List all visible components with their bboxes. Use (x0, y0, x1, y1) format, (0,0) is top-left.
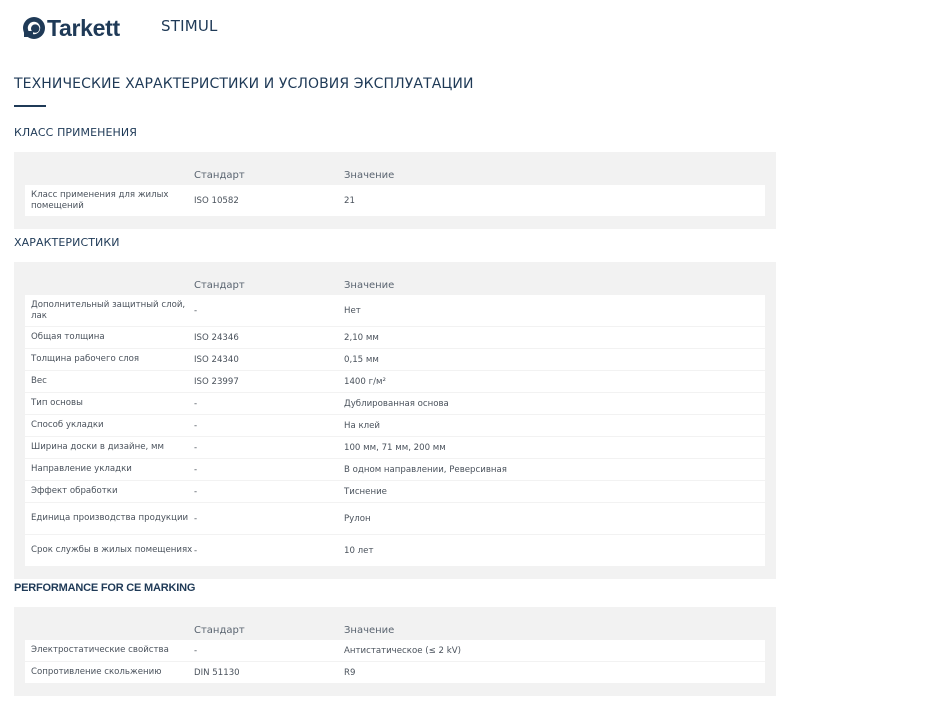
table-row: Вес ISO 23997 1400 г/м² (25, 371, 765, 392)
row-name: Толщина рабочего слоя (31, 354, 140, 364)
row-standard: ISO 10582 (194, 195, 239, 206)
table-header: Стандарт Значение (25, 152, 765, 181)
row-value: На клей (344, 420, 381, 431)
row-standard: ISO 24340 (194, 354, 239, 365)
row-value: 0,15 мм (344, 354, 379, 365)
row-value: Антистатическое (≤ 2 kV) (344, 645, 461, 656)
row-name: Срок службы в жилых помещениях (31, 545, 193, 555)
row-name: Тип основы (31, 398, 83, 408)
row-value: Рулон (344, 513, 371, 524)
title-underline (14, 105, 46, 107)
row-value: 2,10 мм (344, 332, 379, 343)
usage-class-table: Стандарт Значение Класс применения для ж… (14, 152, 776, 229)
row-name: Электростатические свойства (31, 645, 169, 655)
page: Tarkett STIMUL ТЕХНИЧЕСКИЕ ХАРАКТЕРИСТИК… (0, 0, 925, 701)
row-value: 100 мм, 71 мм, 200 мм (344, 442, 446, 453)
product-name: STIMUL (161, 17, 218, 35)
table-header: Стандарт Значение (25, 262, 765, 291)
row-name: Вес (31, 376, 47, 386)
row-name: Единица производства продукции (31, 513, 189, 523)
characteristics-table: Стандарт Значение Дополнительный защитны… (14, 262, 776, 579)
row-standard: - (194, 513, 198, 524)
row-value: 21 (344, 195, 355, 206)
table-row: Дополнительный защитный слой, лак - Нет (25, 295, 765, 326)
column-header-value: Значение (344, 280, 395, 291)
row-standard: - (194, 420, 198, 431)
table-row: Толщина рабочего слоя ISO 24340 0,15 мм (25, 349, 765, 370)
row-standard: - (194, 486, 198, 497)
row-standard: - (194, 464, 198, 475)
row-standard: ISO 24346 (194, 332, 239, 343)
row-name: Сопротивление скольжению (31, 667, 162, 677)
row-name: Ширина доски в дизайне, мм (31, 442, 164, 452)
row-name: Эффект обработки (31, 486, 118, 496)
page-title: ТЕХНИЧЕСКИЕ ХАРАКТЕРИСТИКИ И УСЛОВИЯ ЭКС… (14, 76, 474, 92)
table-row: Способ укладки - На клей (25, 415, 765, 436)
table-row: Единица производства продукции - Рулон (25, 503, 765, 534)
column-header-standard: Стандарт (194, 280, 245, 291)
row-standard: - (194, 442, 198, 453)
table-row: Электростатические свойства - Антистатич… (25, 640, 765, 661)
row-value: R9 (344, 667, 356, 678)
column-header-standard: Стандарт (194, 170, 245, 181)
row-standard: DIN 51130 (194, 667, 240, 678)
row-name: Общая толщина (31, 332, 105, 342)
row-standard: - (194, 545, 198, 556)
table-row: Общая толщина ISO 24346 2,10 мм (25, 327, 765, 348)
row-value: В одном направлении, Реверсивная (344, 464, 507, 475)
row-value: Тиснение (344, 486, 387, 497)
table-row: Тип основы - Дублированная основа (25, 393, 765, 414)
row-name: Способ укладки (31, 420, 104, 430)
row-value: Нет (344, 305, 361, 316)
table-header: Стандарт Значение (25, 607, 765, 636)
column-header-value: Значение (344, 170, 395, 181)
section-heading-ce-marking: PERFORMANCE FOR CE MARKING (14, 582, 196, 594)
row-standard: - (194, 398, 198, 409)
row-name: Дополнительный защитный слой, лак (31, 299, 186, 321)
row-standard: - (194, 305, 198, 316)
row-name: Класс применения для жилых помещений (31, 189, 169, 211)
column-header-standard: Стандарт (194, 625, 245, 636)
row-value: 10 лет (344, 545, 374, 556)
header: Tarkett (22, 12, 120, 44)
table-row: Направление укладки - В одном направлени… (25, 459, 765, 480)
tarkett-logo-icon (23, 17, 45, 39)
tarkett-logo[interactable]: Tarkett (22, 16, 120, 40)
ce-marking-table: Стандарт Значение Электростатические сво… (14, 607, 776, 696)
table-row: Эффект обработки - Тиснение (25, 481, 765, 502)
section-heading-usage-class: КЛАСС ПРИМЕНЕНИЯ (14, 126, 138, 139)
table-row: Сопротивление скольжению DIN 51130 R9 (25, 662, 765, 683)
row-value: 1400 г/м² (344, 376, 386, 387)
row-name: Направление укладки (31, 464, 132, 474)
brand-name: Tarkett (47, 14, 120, 41)
row-value: Дублированная основа (344, 398, 449, 409)
column-header-value: Значение (344, 625, 395, 636)
table-row: Срок службы в жилых помещениях - 10 лет (25, 535, 765, 566)
table-row: Класс применения для жилых помещений ISO… (25, 185, 765, 216)
row-standard: - (194, 645, 198, 656)
table-row: Ширина доски в дизайне, мм - 100 мм, 71 … (25, 437, 765, 458)
row-standard: ISO 23997 (194, 376, 239, 387)
section-heading-characteristics: ХАРАКТЕРИСТИКИ (14, 236, 120, 249)
